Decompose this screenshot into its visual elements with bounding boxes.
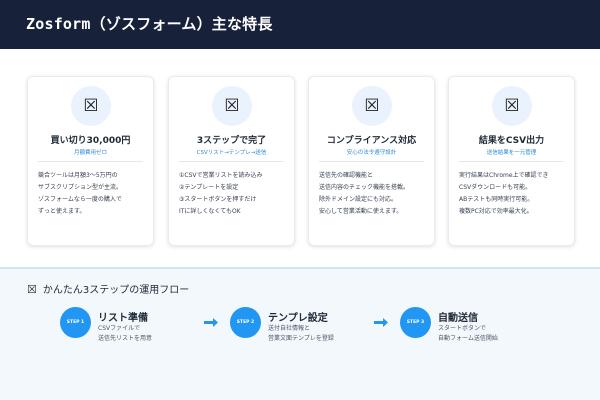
feature-card-steps: ☒ 3ステップで完了 CSVリスト→テンプレ→送信 ①CSVで営業リストを読み込… <box>168 76 295 246</box>
card-title: コンプライアンス対応 <box>326 136 417 146</box>
step-title: テンプレ設定 <box>268 313 328 324</box>
flow-step-1: STEP 1 リスト準備 CSVファイルで 送信先リストを用意 <box>60 307 210 351</box>
card-title: 買い切り30,000円 <box>50 136 131 146</box>
card-body-line: 送信先の確認機能と <box>319 172 374 179</box>
step-badge: STEP 2 <box>230 307 261 338</box>
flow-heading: ☒ かんたん3ステップの運用フロー <box>27 281 189 296</box>
step-title: 自動送信 <box>438 313 478 324</box>
flow-step-3: STEP 3 自動送信 スタートボタンで 自動フォーム送信開始 <box>400 307 550 351</box>
card-body-line: 競合ツールは月額3～5万円の <box>38 172 118 179</box>
feature-card-csv-output: ☒ 結果をCSV出力 送信結果を一元管理 実行結果はChrome上で確認でき C… <box>448 76 575 246</box>
card-title: 結果をCSV出力 <box>478 136 545 146</box>
card-body-line: ITに詳しくなくてもOK <box>179 208 241 215</box>
step-desc-line: CSVファイルで <box>98 325 141 332</box>
feature-card-compliance: ☒ コンプライアンス対応 安心の法令遵守設計 送信先の確認機能と 送信内容のチェ… <box>308 76 435 246</box>
card-body-line: 送信内容のチェック機能を搭載。 <box>319 184 410 191</box>
arrow-right-icon <box>204 318 218 327</box>
card-body-line: ①CSVで営業リストを読み込み <box>179 172 263 179</box>
card-body: ①CSVで営業リストを読み込み ②テンプレートを設定 ③スタートボタンを押すだけ… <box>179 170 291 218</box>
card-subtitle: 安心の法令遵守設計 <box>346 150 397 156</box>
flow-step-2: STEP 2 テンプレ設定 送付自社情報と 営業文面テンプレを登録 <box>230 307 380 351</box>
step-desc-line: 送付自社情報と <box>268 325 311 332</box>
card-divider <box>319 161 424 162</box>
image-placeholder-icon: ☒ <box>212 86 252 126</box>
step-desc-line: 営業文面テンプレを登録 <box>268 335 334 342</box>
image-placeholder-icon: ☒ <box>71 86 111 126</box>
step-description: CSVファイルで 送信先リストを用意 <box>98 324 152 344</box>
image-placeholder-icon: ☒ <box>492 86 532 126</box>
card-body: 送信先の確認機能と 送信内容のチェック機能を搭載。 除外ドメイン設定にも対応。 … <box>319 170 431 218</box>
card-body-line: ABテストも同時実行可能。 <box>459 196 534 203</box>
step-title: リスト準備 <box>98 313 148 324</box>
card-divider <box>179 161 284 162</box>
card-subtitle: 送信結果を一元管理 <box>486 150 537 156</box>
card-body-line: 除外ドメイン設定にも対応。 <box>319 196 398 203</box>
feature-cards: ☒ 買い切り30,000円 月額費用ゼロ 競合ツールは月額3～5万円の サブスク… <box>27 76 577 246</box>
step-description: 送付自社情報と 営業文面テンプレを登録 <box>268 324 334 344</box>
step-desc-line: スタートボタンで <box>438 325 487 332</box>
flow-section: ☒ かんたん3ステップの運用フロー STEP 1 リスト準備 CSVファイルで 送… <box>0 267 600 400</box>
card-body-line: 複数PC対応で効率最大化。 <box>459 208 533 215</box>
feature-card-price: ☒ 買い切り30,000円 月額費用ゼロ 競合ツールは月額3～5万円の サブスク… <box>27 76 154 246</box>
card-title: 3ステップで完了 <box>196 136 267 146</box>
flow-title: かんたん3ステップの運用フロー <box>42 285 190 296</box>
step-badge: STEP 1 <box>60 307 91 338</box>
card-body: 競合ツールは月額3～5万円の サブスクリプション型が主流。 ゾスフォームなら一度… <box>38 170 150 218</box>
card-divider <box>38 161 143 162</box>
card-body-line: ③スタートボタンを押すだけ <box>179 196 257 203</box>
step-desc-line: 送信先リストを用意 <box>98 335 153 342</box>
page-title: Zosform（ゾスフォーム）主な特長 <box>26 15 273 33</box>
card-body-line: 安心して営業活動に使えます。 <box>319 208 403 215</box>
step-badge: STEP 3 <box>400 307 431 338</box>
card-body: 実行結果はChrome上で確認でき CSVダウンロードも可能。 ABテストも同時… <box>459 170 571 218</box>
card-divider <box>459 161 564 162</box>
card-body-line: ずっと使えます。 <box>38 208 86 215</box>
step-description: スタートボタンで 自動フォーム送信開始 <box>438 324 498 344</box>
card-body-line: ゾスフォームなら一度の購入で <box>38 196 122 203</box>
page-header: Zosform（ゾスフォーム）主な特長 <box>0 0 600 49</box>
step-desc-line: 自動フォーム送信開始 <box>438 335 498 342</box>
card-subtitle: 月額費用ゼロ <box>73 150 107 156</box>
arrow-right-icon <box>374 318 388 327</box>
card-body-line: サブスクリプション型が主流。 <box>38 184 123 191</box>
card-body-line: ②テンプレートを設定 <box>179 184 239 191</box>
image-placeholder-icon: ☒ <box>27 283 37 296</box>
card-body-line: CSVダウンロードも可能。 <box>459 184 532 191</box>
image-placeholder-icon: ☒ <box>352 86 392 126</box>
card-subtitle: CSVリスト→テンプレ→送信 <box>196 150 267 156</box>
card-body-line: 実行結果はChrome上で確認でき <box>459 172 549 179</box>
